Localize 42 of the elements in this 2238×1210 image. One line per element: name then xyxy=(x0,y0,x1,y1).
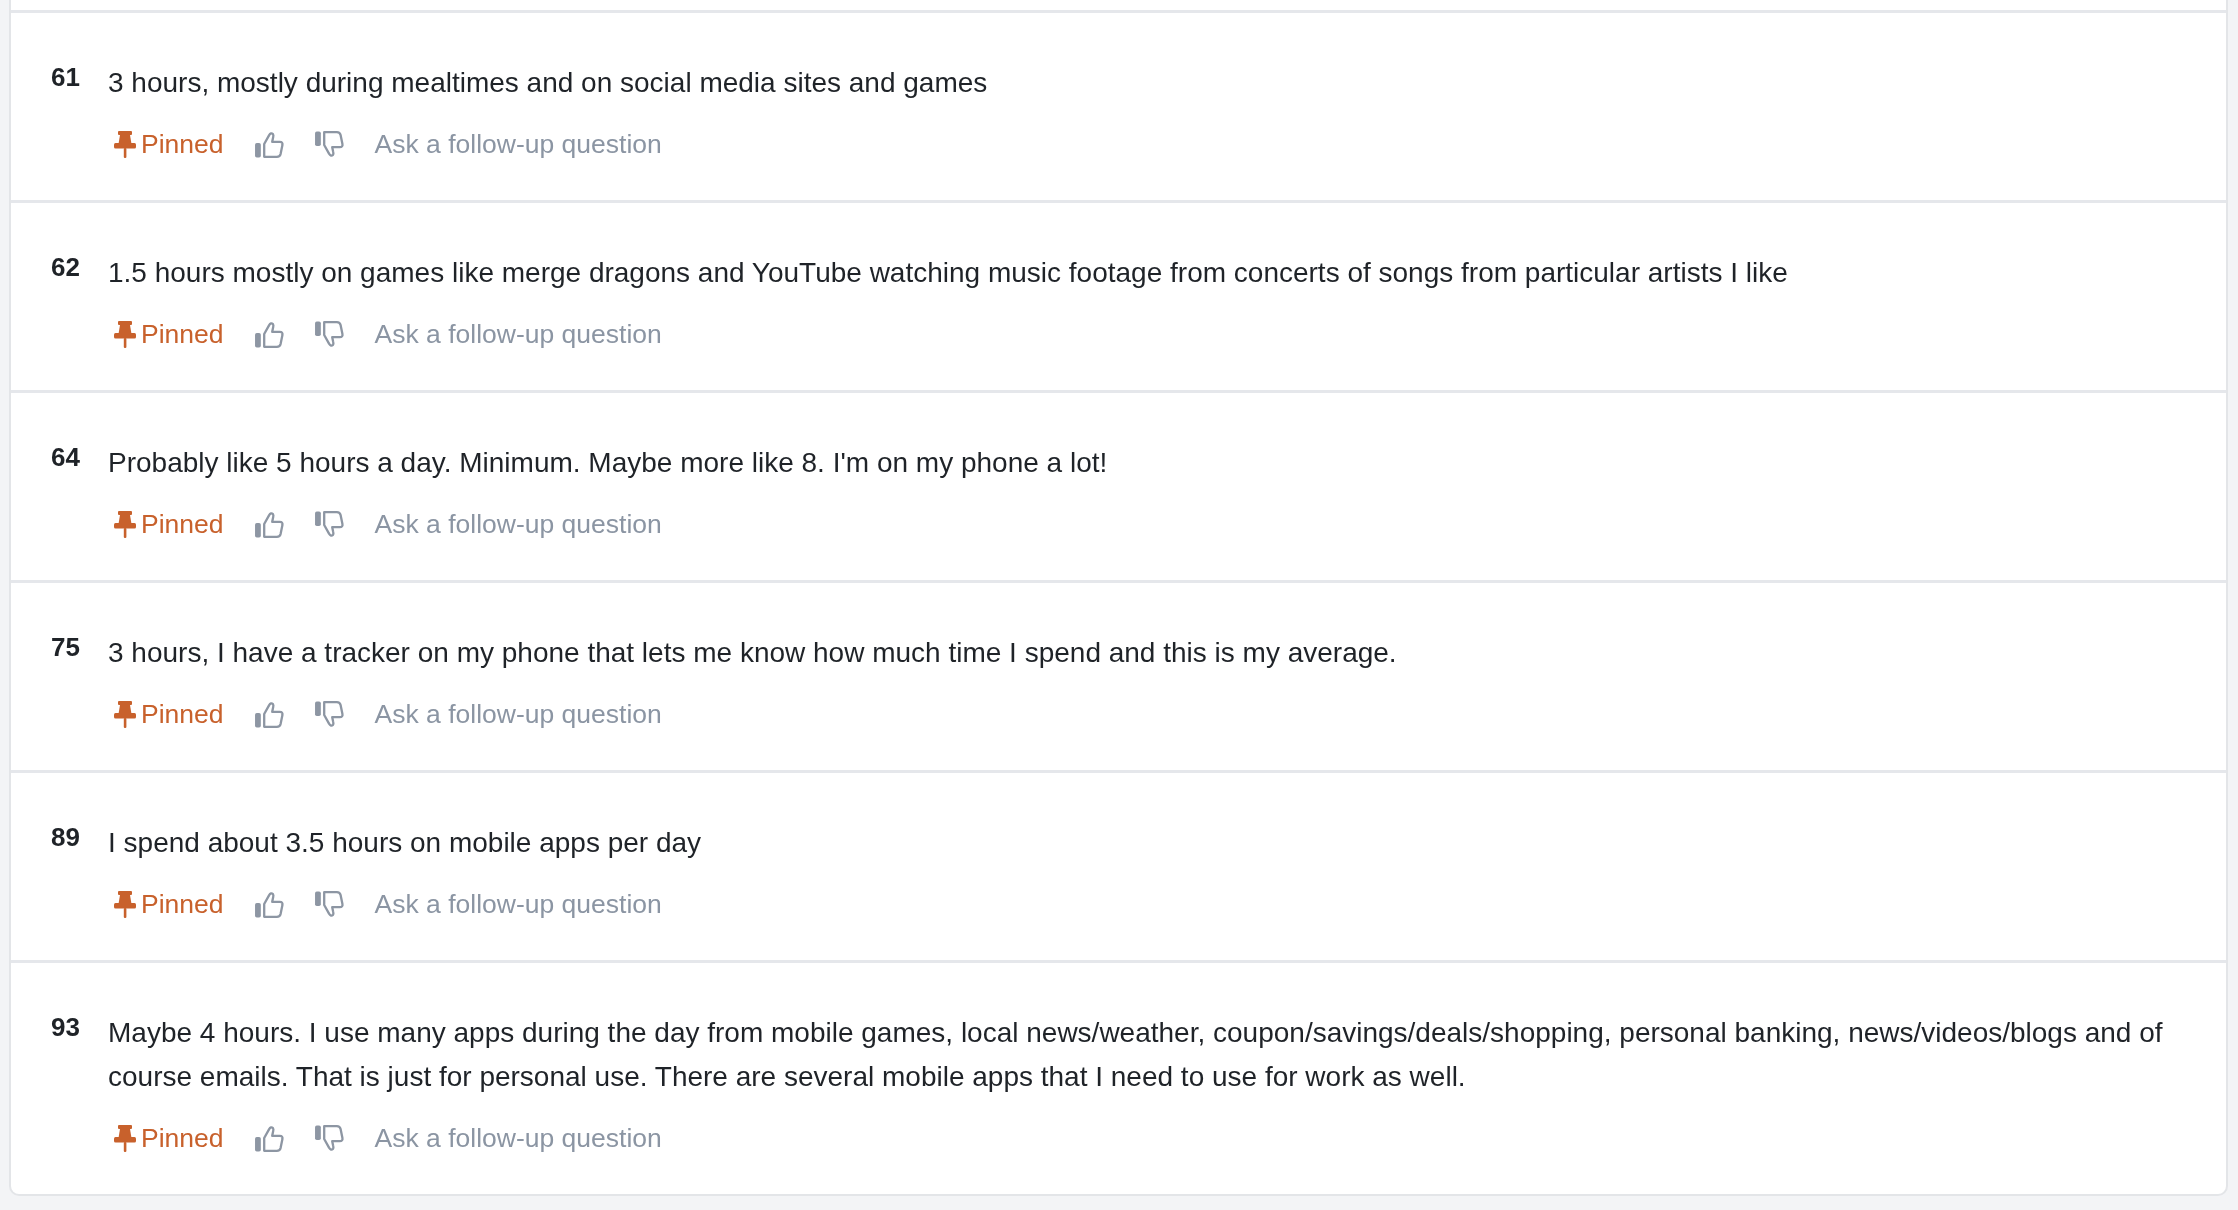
response-text: I spend about 3.5 hours on mobile apps per day xyxy=(108,826,703,860)
follow-up-link[interactable]: Ask a follow-up question xyxy=(374,316,662,352)
response-text: 3 hours, I have a tracker on my phone that lets me know how much time I spend and this is my average. xyxy=(108,636,1398,670)
follow-up-link[interactable]: Ask a follow-up question xyxy=(374,506,662,542)
pin-button[interactable]: Pinned xyxy=(114,126,224,162)
pin-button[interactable]: Pinned xyxy=(114,696,224,732)
pin-button[interactable]: Pinned xyxy=(114,1120,224,1156)
pin-button[interactable]: Pinned xyxy=(114,886,224,922)
pin-button[interactable]: Pinned xyxy=(114,316,224,352)
response-text: 3 hours, mostly during mealtimes and on social media sites and games xyxy=(108,66,989,100)
pin-button[interactable]: Pinned xyxy=(114,506,224,542)
thumbs-down-icon[interactable] xyxy=(314,130,344,158)
response-number: 61 xyxy=(51,61,81,93)
response-number: 89 xyxy=(51,821,81,853)
pin-icon xyxy=(114,890,136,918)
thumbs-up-icon[interactable] xyxy=(254,510,284,538)
thumbs-up-icon[interactable] xyxy=(254,1124,284,1152)
response-number: 64 xyxy=(51,441,81,473)
thumbs-down-icon[interactable] xyxy=(314,890,344,918)
thumbs-down-icon[interactable] xyxy=(314,320,344,348)
follow-up-link[interactable]: Ask a follow-up question xyxy=(374,886,662,922)
pin-icon xyxy=(114,700,136,728)
pin-icon xyxy=(114,130,136,158)
thumbs-up-icon[interactable] xyxy=(254,700,284,728)
thumbs-up-icon[interactable] xyxy=(254,130,284,158)
response-text: 1.5 hours mostly on games like merge dragons and YouTube watching music footage from concerts of songs from particular artists I like xyxy=(108,256,1789,290)
response-number: 62 xyxy=(51,251,81,283)
follow-up-link[interactable]: Ask a follow-up question xyxy=(374,1120,662,1156)
thumbs-down-icon[interactable] xyxy=(314,1124,344,1152)
thumbs-up-icon[interactable] xyxy=(254,890,284,918)
pin-icon xyxy=(114,510,136,538)
response-number: 93 xyxy=(51,1011,81,1043)
thumbs-up-icon[interactable] xyxy=(254,320,284,348)
response-text: Maybe 4 hours. I use many apps during the day from mobile games, local news/weather, coupon/savings/deals/shopping, personal banking, news/videos/blogs and of course emails. That is just for personal use. There are several mobile apps that I need to use for work as well. xyxy=(108,1016,2164,1094)
follow-up-link[interactable]: Ask a follow-up question xyxy=(374,696,662,732)
follow-up-link[interactable]: Ask a follow-up question xyxy=(374,126,662,162)
pin-icon xyxy=(114,1124,136,1152)
thumbs-down-icon[interactable] xyxy=(314,510,344,538)
response-text: Probably like 5 hours a day. Minimum. Maybe more like 8. I'm on my phone a lot! xyxy=(108,446,1109,480)
thumbs-down-icon[interactable] xyxy=(314,700,344,728)
response-number: 75 xyxy=(51,631,81,663)
pin-icon xyxy=(114,320,136,348)
